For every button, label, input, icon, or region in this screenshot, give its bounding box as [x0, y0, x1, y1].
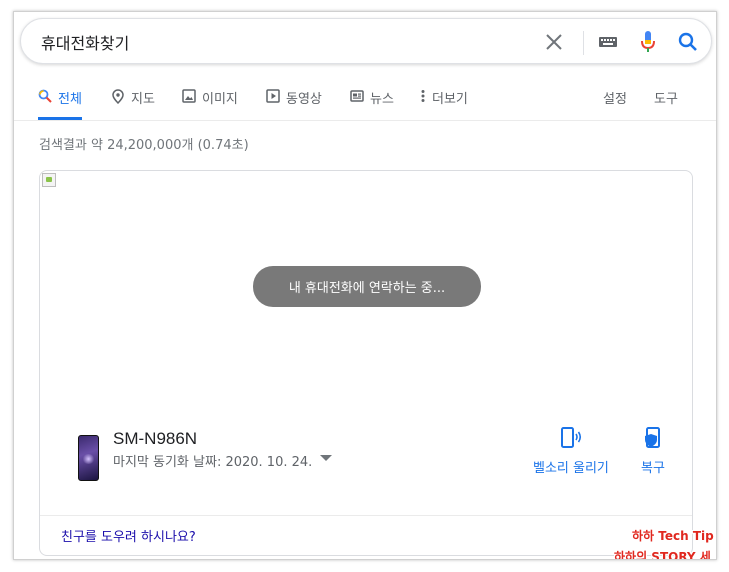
- recover-button-label: 복구: [641, 461, 665, 476]
- tab-images[interactable]: 이미지: [182, 88, 238, 120]
- video-icon: [266, 89, 280, 103]
- tab-news-label: 뉴스: [370, 92, 394, 107]
- tab-maps-label: 지도: [131, 92, 155, 107]
- ring-button[interactable]: 벨소리 울리기: [533, 427, 609, 476]
- phone-secure-icon: [643, 427, 663, 453]
- tab-news[interactable]: 뉴스: [350, 88, 394, 120]
- tab-images-label: 이미지: [202, 92, 238, 107]
- more-vertical-icon: [420, 89, 426, 103]
- news-icon: [350, 89, 364, 103]
- search-icon[interactable]: [677, 31, 699, 53]
- map-pin-icon: [111, 88, 125, 104]
- broken-image-icon: [42, 173, 56, 187]
- card-divider: [40, 515, 692, 516]
- device-thumbnail: [78, 435, 99, 481]
- tools-link[interactable]: 도구: [654, 88, 678, 107]
- phone-ring-icon: [559, 427, 583, 453]
- settings-link[interactable]: 설정: [603, 88, 627, 107]
- recover-button[interactable]: 복구: [641, 427, 665, 476]
- tab-all-label: 전체: [58, 92, 82, 107]
- contacting-toast: 내 휴대전화에 연락하는 중...: [253, 266, 481, 307]
- tab-videos[interactable]: 동영상: [266, 88, 322, 120]
- help-friend-link[interactable]: 친구를 도우려 하시나요?: [61, 526, 196, 545]
- search-box: [20, 18, 712, 64]
- search-input[interactable]: [41, 31, 521, 53]
- microphone-icon[interactable]: [637, 31, 659, 53]
- find-device-card: 내 휴대전화에 연락하는 중... SM-N986N 마지막 동기화 날짜: 2…: [39, 170, 693, 556]
- watermark-line2: 하하의 STORY 세상: [614, 550, 711, 560]
- tab-all[interactable]: 전체: [38, 88, 82, 120]
- image-icon: [182, 89, 196, 103]
- search-icon: [38, 89, 52, 103]
- result-stats: 검색결과 약 24,200,000개 (0.74초): [39, 138, 249, 153]
- browser-frame: 전체 지도 이미지 동영상 뉴스: [13, 11, 717, 560]
- keyboard-icon[interactable]: [597, 31, 619, 53]
- ring-button-label: 벨소리 울리기: [533, 461, 609, 476]
- device-name: SM-N986N: [113, 429, 198, 448]
- tab-more-label: 더보기: [432, 92, 468, 107]
- close-icon[interactable]: [543, 31, 565, 53]
- tab-maps[interactable]: 지도: [111, 88, 155, 120]
- search-tabs: 전체 지도 이미지 동영상 뉴스 더보기 설정 도구: [14, 76, 716, 121]
- tab-more[interactable]: 더보기: [420, 88, 468, 120]
- device-dropdown-arrow[interactable]: [320, 455, 332, 461]
- last-sync-text: 마지막 동기화 날짜: 2020. 10. 24.: [113, 455, 313, 470]
- search-box-divider: [583, 31, 584, 55]
- watermark-line1: 하하 Tech Tip: [632, 529, 714, 543]
- tab-videos-label: 동영상: [286, 92, 322, 107]
